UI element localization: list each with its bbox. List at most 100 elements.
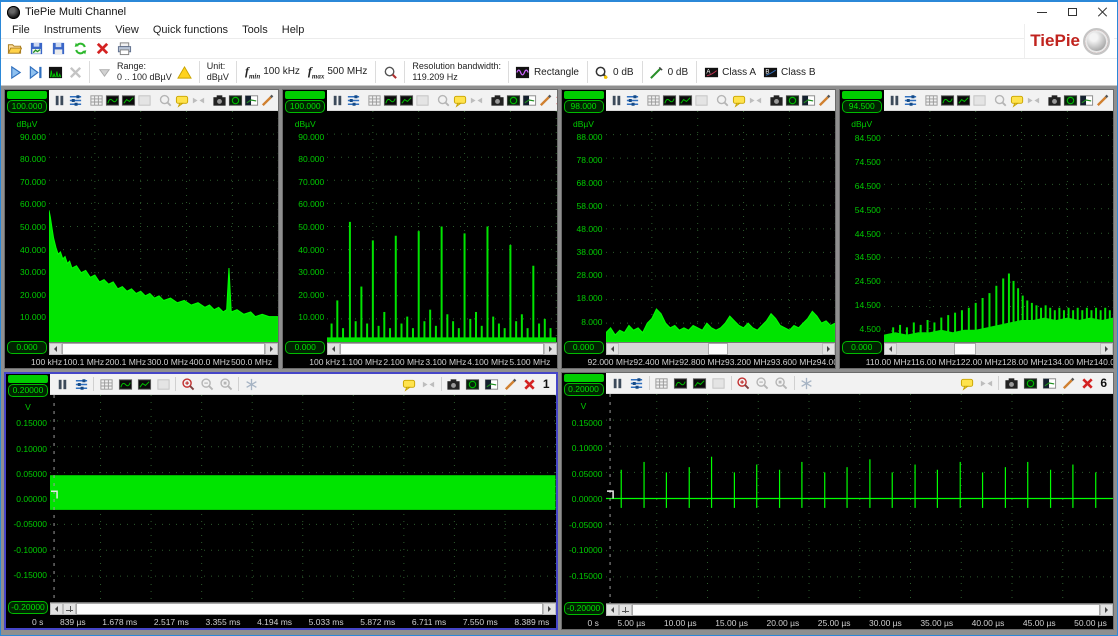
scope-icon[interactable]	[785, 91, 800, 109]
scope-icon[interactable]	[1021, 374, 1039, 392]
scrollbar-track[interactable]	[76, 603, 543, 615]
plot-area[interactable]	[49, 111, 278, 342]
scroll-right-arrow[interactable]	[544, 343, 557, 355]
menu-item-view[interactable]: View	[108, 23, 146, 37]
menu-item-file[interactable]: File	[5, 23, 37, 37]
chart-dark-icon[interactable]	[399, 91, 414, 109]
y-axis-min-box[interactable]: -0.20000	[564, 602, 604, 615]
scroll-left-arrow[interactable]	[606, 343, 619, 355]
pause-icon[interactable]	[609, 374, 627, 392]
title-bar[interactable]: TiePie Multi Channel	[1, 2, 1117, 22]
pause-icon[interactable]	[887, 91, 902, 109]
grid-icon[interactable]	[924, 91, 939, 109]
y-axis-max-box[interactable]: 0.20000	[564, 383, 604, 396]
sliders-icon[interactable]	[903, 91, 918, 109]
close-icon[interactable]	[1111, 91, 1114, 109]
magnifier-disabled-icon[interactable]	[436, 91, 451, 109]
class-b-icon[interactable]: B	[760, 61, 780, 83]
scope-icon[interactable]	[506, 91, 521, 109]
link-icon[interactable]	[191, 91, 206, 109]
magnifier-disabled-icon[interactable]	[715, 91, 730, 109]
sliders-icon[interactable]	[628, 374, 646, 392]
scroll-right-arrow[interactable]	[822, 343, 835, 355]
scrollbar-track[interactable]	[340, 343, 543, 355]
link-icon[interactable]	[469, 91, 484, 109]
minimize-button[interactable]	[1027, 2, 1057, 22]
scroll-right-arrow[interactable]	[1100, 604, 1113, 616]
y-axis-min-box[interactable]: 0.000	[7, 341, 47, 354]
x-scrollbar[interactable]	[884, 342, 1113, 355]
y-axis-max-box[interactable]: 94.500	[842, 100, 882, 113]
scrollbar-track[interactable]	[632, 604, 1101, 616]
link-icon[interactable]	[1026, 91, 1041, 109]
x-scrollbar[interactable]	[606, 342, 835, 355]
one-shot-button[interactable]	[25, 61, 45, 83]
camera-icon[interactable]	[1002, 374, 1020, 392]
pause-icon[interactable]	[53, 375, 71, 393]
delete-button[interactable]	[93, 40, 112, 58]
scope-icon[interactable]	[1063, 91, 1078, 109]
note-icon[interactable]	[732, 91, 747, 109]
grid-icon[interactable]	[89, 91, 104, 109]
wave-dark-icon[interactable]	[662, 91, 677, 109]
plot-area[interactable]	[606, 394, 1114, 603]
fmax-display[interactable]: fmax 500 MHz	[304, 64, 371, 80]
zoom-out-icon[interactable]	[198, 375, 216, 393]
blank-icon[interactable]	[972, 91, 987, 109]
camera-icon[interactable]	[1047, 91, 1062, 109]
zoom-reset-icon[interactable]	[217, 375, 235, 393]
close-icon[interactable]	[276, 91, 279, 109]
wave-dark-icon[interactable]	[116, 375, 134, 393]
scroll-right-arrow[interactable]	[1100, 343, 1113, 355]
zoom-out-icon[interactable]	[754, 374, 772, 392]
plot-area[interactable]	[606, 111, 835, 342]
note-icon[interactable]	[453, 91, 468, 109]
x-scrollbar[interactable]	[49, 342, 278, 355]
chart2-icon[interactable]	[1079, 91, 1094, 109]
chart-dark-icon[interactable]	[691, 374, 709, 392]
probe-gain-icon[interactable]	[647, 61, 667, 83]
magnifier-disabled-icon[interactable]	[993, 91, 1008, 109]
pen-icon[interactable]	[817, 91, 832, 109]
plot-area[interactable]	[327, 111, 556, 342]
y-axis-max-box[interactable]: 98.000	[564, 100, 604, 113]
sliders-icon[interactable]	[346, 91, 361, 109]
pen-icon[interactable]	[1095, 91, 1110, 109]
wave-dark-icon[interactable]	[672, 374, 690, 392]
freeze-icon[interactable]	[798, 374, 816, 392]
scope-icon[interactable]	[464, 375, 482, 393]
y-axis-max-box[interactable]: 100.000	[7, 100, 47, 113]
menu-item-help[interactable]: Help	[275, 23, 312, 37]
y-axis-min-box[interactable]: 0.000	[564, 341, 604, 354]
scope-icon[interactable]	[228, 91, 243, 109]
save-button[interactable]	[49, 40, 68, 58]
camera-icon[interactable]	[769, 91, 784, 109]
scroll-left-arrow[interactable]	[49, 343, 62, 355]
scrollbar-track[interactable]	[62, 343, 265, 355]
y-axis-min-box[interactable]: 0.000	[285, 341, 325, 354]
grid-icon[interactable]	[367, 91, 382, 109]
grid-icon[interactable]	[97, 375, 115, 393]
scroll-left-arrow[interactable]	[327, 343, 340, 355]
pen-icon[interactable]	[260, 91, 275, 109]
blank-icon[interactable]	[710, 374, 728, 392]
close-button[interactable]	[1087, 2, 1117, 22]
y-axis-max-box[interactable]: 100.000	[285, 100, 325, 113]
wave-dark-icon[interactable]	[105, 91, 120, 109]
chart-dark-icon[interactable]	[135, 375, 153, 393]
autorange-button[interactable]	[94, 61, 114, 83]
y-axis-max-box[interactable]: 0.20000	[8, 384, 48, 397]
grid-icon[interactable]	[646, 91, 661, 109]
menu-item-tools[interactable]: Tools	[235, 23, 275, 37]
y-axis-min-box[interactable]: 0.000	[842, 341, 882, 354]
close-icon[interactable]	[521, 375, 539, 393]
scrollbar-track[interactable]	[619, 343, 822, 355]
chart-dark-icon[interactable]	[678, 91, 693, 109]
scrollbar-thumb[interactable]	[708, 343, 728, 355]
x-scrollbar[interactable]	[327, 342, 556, 355]
pause-icon[interactable]	[330, 91, 345, 109]
blank-icon[interactable]	[415, 91, 430, 109]
menu-item-quick-functions[interactable]: Quick functions	[146, 23, 235, 37]
link-icon[interactable]	[977, 374, 995, 392]
wave-dark-icon[interactable]	[383, 91, 398, 109]
